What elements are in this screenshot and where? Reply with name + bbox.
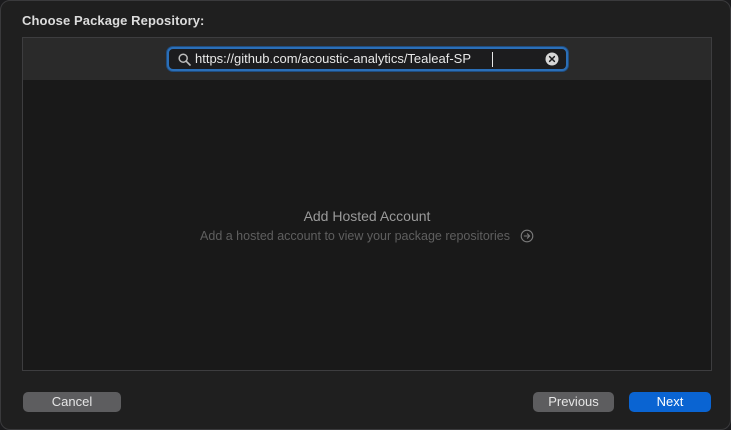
- search-field[interactable]: [167, 47, 568, 71]
- repository-panel: Add Hosted Account Add a hosted account …: [22, 37, 712, 371]
- empty-state-title: Add Hosted Account: [303, 208, 431, 224]
- choose-package-repository-dialog: Choose Package Repository: Add Hosted Ac…: [0, 0, 731, 430]
- clear-search-icon[interactable]: [545, 52, 559, 66]
- search-toolbar: [23, 38, 711, 80]
- previous-button[interactable]: Previous: [533, 392, 614, 412]
- empty-state: Add Hosted Account Add a hosted account …: [23, 208, 711, 245]
- empty-state-subtitle: Add a hosted account to view your packag…: [200, 229, 510, 243]
- cancel-button[interactable]: Cancel: [23, 392, 121, 412]
- empty-state-subtitle-row: Add a hosted account to view your packag…: [200, 229, 534, 243]
- search-icon: [178, 53, 191, 66]
- search-input[interactable]: [195, 49, 535, 69]
- dialog-title: Choose Package Repository:: [22, 13, 205, 28]
- next-button[interactable]: Next: [629, 392, 711, 412]
- text-cursor: [492, 52, 493, 67]
- arrow-right-circle-icon[interactable]: [520, 229, 534, 243]
